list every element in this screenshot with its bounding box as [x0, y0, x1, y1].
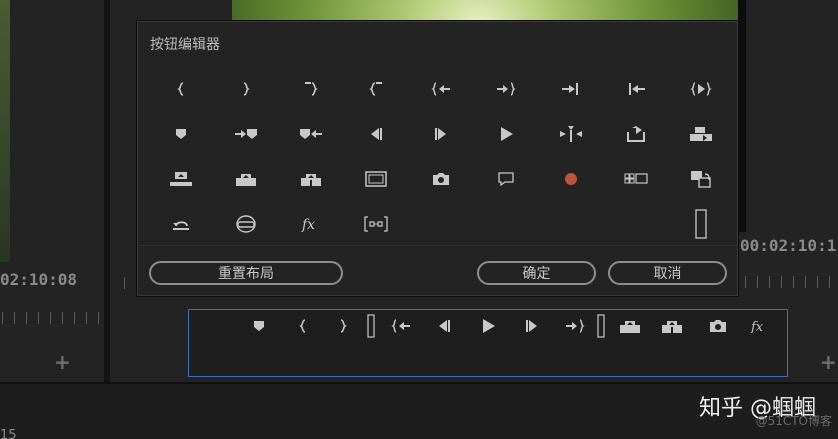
cancel-button[interactable]: 取消 — [608, 261, 727, 285]
go-to-in-icon[interactable] — [408, 66, 473, 111]
multi-camera-icon[interactable] — [603, 156, 668, 201]
play-around-icon[interactable] — [538, 111, 603, 156]
program-add-button[interactable]: + — [820, 350, 837, 374]
overwrite-icon[interactable] — [668, 111, 733, 156]
record-icon[interactable] — [538, 156, 603, 201]
video-edge — [738, 0, 746, 232]
go-to-previous-edit-icon[interactable] — [603, 66, 668, 111]
play-in-to-out-icon[interactable] — [668, 66, 733, 111]
go-to-out-icon[interactable] — [563, 315, 587, 337]
extract-icon[interactable] — [213, 156, 278, 201]
clear-in-out-icon[interactable] — [343, 66, 408, 111]
empty-slot — [473, 201, 538, 246]
source-add-button[interactable]: + — [54, 350, 71, 374]
source-ruler[interactable] — [2, 312, 100, 324]
step-back-icon[interactable] — [433, 315, 455, 337]
svg-text:fx: fx — [750, 320, 764, 333]
lift-icon[interactable] — [617, 315, 643, 337]
timeline-number: 15 — [0, 428, 17, 439]
trim-icon[interactable] — [343, 201, 408, 246]
mark-out-icon[interactable] — [333, 315, 353, 337]
insert-icon[interactable] — [278, 156, 343, 201]
go-to-out-icon[interactable] — [473, 66, 538, 111]
source-timecode[interactable]: 02:10:08 — [0, 270, 77, 289]
go-to-in-icon[interactable] — [389, 315, 413, 337]
comment-icon[interactable] — [473, 156, 538, 201]
mark-out-icon[interactable] — [213, 66, 278, 111]
empty-slot — [603, 201, 668, 246]
watermark-secondary: @51CTO博客 — [755, 414, 832, 428]
go-to-next-marker-icon[interactable] — [213, 111, 278, 156]
button-grid: fx — [148, 66, 733, 246]
go-to-previous-marker-icon[interactable] — [278, 111, 343, 156]
button-editor-dialog: 按钮编辑器 fx 重置布局 确定 取消 — [137, 21, 738, 296]
left-monitor-panel — [0, 0, 104, 382]
lift-icon[interactable] — [148, 156, 213, 201]
vr-video-icon[interactable] — [213, 201, 278, 246]
source-video-preview — [0, 0, 10, 262]
program-ruler[interactable] — [124, 277, 136, 289]
safe-margins-icon[interactable] — [343, 156, 408, 201]
dialog-title: 按钮编辑器 — [150, 37, 220, 53]
mark-clip-icon[interactable] — [278, 66, 343, 111]
program-ruler-right[interactable] — [745, 276, 835, 288]
empty-slot — [408, 201, 473, 246]
fx-icon[interactable]: fx — [278, 201, 343, 246]
loop-icon[interactable] — [148, 201, 213, 246]
step-forward-icon[interactable] — [408, 111, 473, 156]
play-stop-toggle-icon[interactable] — [477, 315, 499, 337]
spacer-icon[interactable] — [365, 314, 377, 338]
mark-in-icon[interactable] — [148, 66, 213, 111]
spacer-icon-2[interactable] — [595, 314, 607, 338]
program-timecode[interactable]: 00:02:10:11 — [740, 236, 838, 255]
step-forward-icon[interactable] — [521, 315, 543, 337]
fx-icon[interactable]: fx — [749, 315, 771, 337]
mark-in-icon[interactable] — [293, 315, 313, 337]
extract-icon[interactable] — [659, 315, 685, 337]
play-stop-toggle-icon[interactable] — [473, 111, 538, 156]
ok-button[interactable]: 确定 — [477, 261, 596, 285]
add-marker-icon[interactable] — [249, 315, 269, 337]
export-frame-out-icon[interactable] — [603, 111, 668, 156]
svg-text:fx: fx — [301, 217, 315, 232]
reset-layout-button[interactable]: 重置布局 — [149, 261, 343, 285]
add-marker-icon[interactable] — [148, 111, 213, 156]
empty-slot — [538, 201, 603, 246]
dialog-divider — [138, 245, 737, 246]
go-to-next-edit-icon[interactable] — [538, 66, 603, 111]
spacer-icon[interactable] — [668, 201, 733, 246]
camera-icon[interactable] — [707, 315, 729, 337]
step-back-icon[interactable] — [343, 111, 408, 156]
transport-bar[interactable]: fx — [188, 309, 788, 377]
replace-icon[interactable] — [668, 156, 733, 201]
camera-icon[interactable] — [408, 156, 473, 201]
